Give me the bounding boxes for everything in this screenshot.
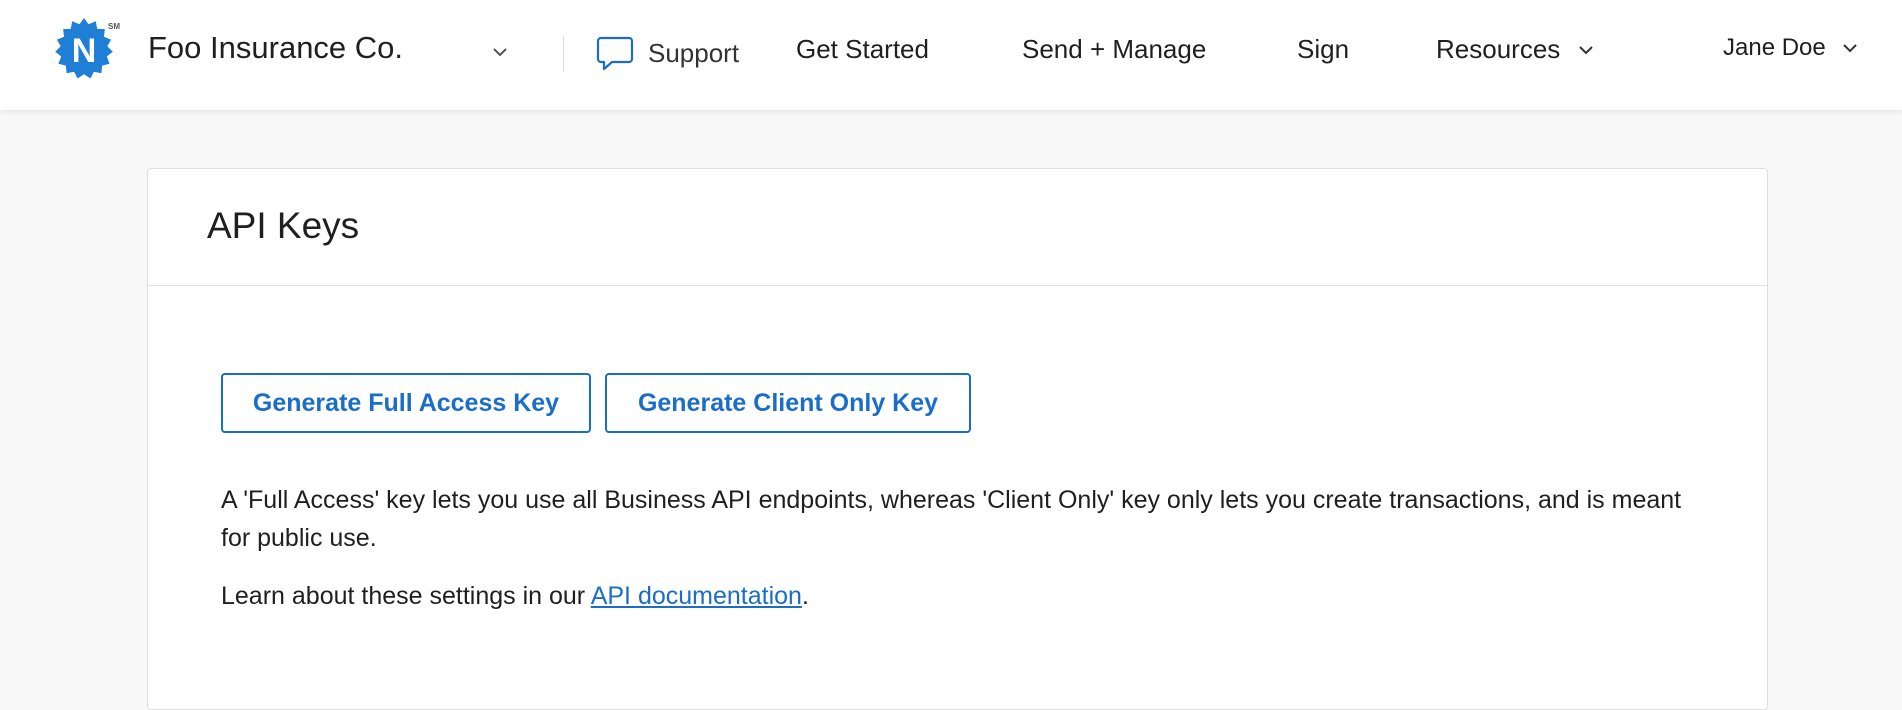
- generate-client-only-key-button[interactable]: Generate Client Only Key: [605, 373, 971, 433]
- nav-send-manage[interactable]: Send + Manage: [1022, 34, 1206, 65]
- chevron-down-icon[interactable]: [490, 42, 510, 62]
- support-label: Support: [648, 37, 740, 68]
- api-keys-card: API Keys Generate Full Access Key Genera…: [147, 168, 1768, 710]
- page-title: API Keys: [207, 205, 360, 246]
- learn-more-suffix: .: [801, 582, 809, 610]
- key-types-description: A 'Full Access' key lets you use all Bus…: [221, 486, 1682, 552]
- chevron-down-icon: [1843, 44, 1857, 53]
- nav-resources[interactable]: Resources: [1436, 34, 1596, 65]
- top-navigation-bar: N SM Foo Insurance Co. Support Get Start…: [0, 0, 1902, 110]
- seal-logo-graphic: N: [55, 18, 113, 79]
- nav-divider: [563, 36, 564, 72]
- card-header: API Keys: [148, 169, 1767, 286]
- learn-more-text: Learn about these settings in our API do…: [221, 577, 809, 615]
- service-mark: SM: [108, 22, 120, 31]
- nav-resources-label: Resources: [1436, 34, 1561, 64]
- user-name: Jane Doe: [1723, 34, 1826, 61]
- api-documentation-link[interactable]: API documentation: [591, 582, 802, 610]
- user-menu[interactable]: Jane Doe: [1723, 34, 1860, 62]
- logo-letter: N: [72, 32, 97, 70]
- nav-sign[interactable]: Sign: [1297, 34, 1349, 65]
- generate-full-access-key-button[interactable]: Generate Full Access Key: [221, 373, 591, 433]
- support-link[interactable]: Support: [596, 33, 739, 73]
- chat-bubble-icon: [596, 36, 634, 71]
- nav-get-started[interactable]: Get Started: [796, 34, 929, 65]
- organization-name[interactable]: Foo Insurance Co.: [148, 30, 403, 66]
- chevron-down-icon: [1579, 45, 1593, 54]
- learn-more-prefix: Learn about these settings in our: [221, 582, 591, 610]
- seal-logo-icon[interactable]: N: [52, 18, 116, 82]
